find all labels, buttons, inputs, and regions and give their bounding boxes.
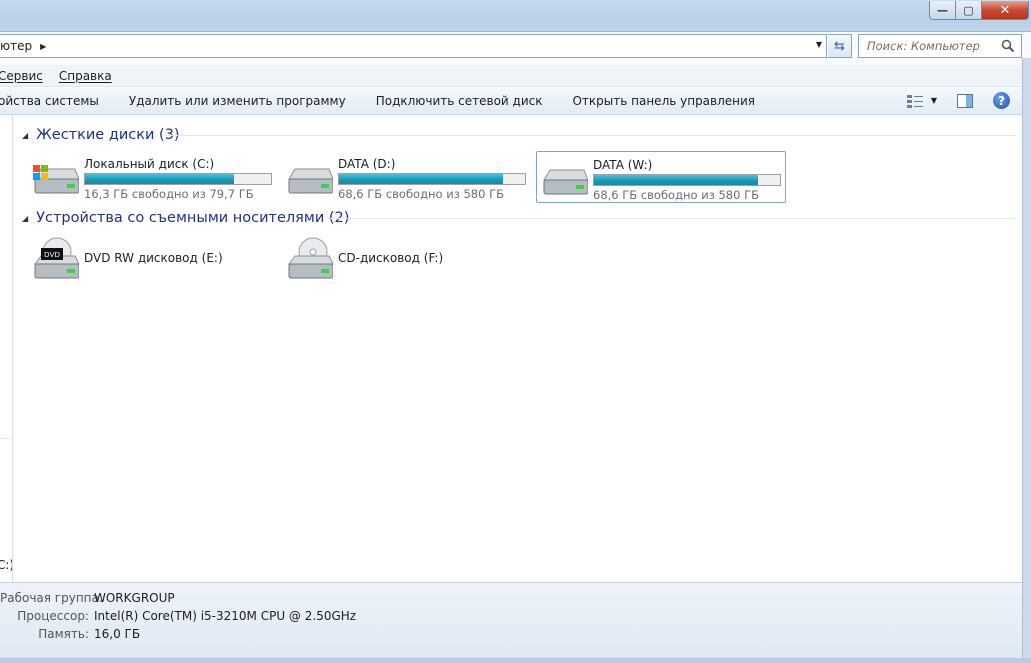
group-title: Устройства со съемными носителями (2) xyxy=(36,210,350,226)
uninstall-program-button[interactable]: Удалить или изменить программу xyxy=(114,94,361,108)
preview-pane-icon[interactable] xyxy=(957,93,973,108)
dvd-badge: DVD xyxy=(44,250,60,259)
group-title: Жесткие диски (3) xyxy=(36,127,180,143)
collapse-triangle-icon[interactable]: ◢ xyxy=(22,131,28,140)
search-icon[interactable] xyxy=(1001,39,1015,53)
drive-item-e[interactable]: DVD DVD RW дисковод (E:) xyxy=(28,234,278,284)
title-bar: — ▢ ✕ xyxy=(0,0,1031,32)
detail-value: Intel(R) Core(TM) i5-3210M CPU @ 2.50GHz xyxy=(94,609,357,623)
minimize-button[interactable]: — xyxy=(929,1,956,20)
drive-item-d[interactable]: DATA (D:) 68,6 ГБ свободно из 580 ГБ xyxy=(282,151,532,203)
usage-bar-fill xyxy=(339,174,503,184)
detail-value: WORKGROUP xyxy=(94,591,175,605)
menu-help[interactable]: Справка xyxy=(59,69,112,83)
detail-value: 16,0 ГБ xyxy=(94,627,141,641)
breadcrumb-computer[interactable]: ютер xyxy=(0,39,32,53)
drive-name: DVD RW дисковод (E:) xyxy=(84,251,223,265)
system-drive-icon xyxy=(33,165,79,194)
navigation-pane[interactable]: C:) xyxy=(0,116,13,582)
menu-bar: Сервис Справка xyxy=(0,65,1024,87)
drive-name: Локальный диск (C:) xyxy=(84,157,215,171)
search-input[interactable]: Поиск: Компьютер xyxy=(858,34,1022,58)
detail-label: Процессор: xyxy=(17,609,89,623)
usage-bar xyxy=(84,173,272,185)
drives-view: ◢ Жесткие диски (3) Локальный диск (C:) … xyxy=(14,116,1022,582)
window-right-border xyxy=(1022,58,1031,663)
detail-label: Память: xyxy=(38,627,89,641)
drive-name: CD-дисковод (F:) xyxy=(338,251,444,265)
dvd-drive-icon: DVD xyxy=(34,237,79,279)
cd-drive-icon xyxy=(288,237,333,279)
hard-drive-icon xyxy=(543,169,588,195)
open-control-panel-button[interactable]: Открыть панель управления xyxy=(557,94,770,108)
drive-free-space: 68,6 ГБ свободно из 580 ГБ xyxy=(338,187,504,201)
drive-free-space: 68,6 ГБ свободно из 580 ГБ xyxy=(593,188,759,202)
group-divider xyxy=(164,135,1016,136)
address-dropdown-icon[interactable]: ▼ xyxy=(816,40,822,49)
command-bar: ойства системы Удалить или изменить прог… xyxy=(0,88,1024,115)
command-bar-right: ▼ ? xyxy=(906,92,1010,109)
refresh-icon: ⇆ xyxy=(834,38,845,54)
address-field[interactable]: ютер ▶ ▼ xyxy=(0,34,827,58)
maximize-button[interactable]: ▢ xyxy=(956,1,982,20)
detail-label: Рабочая группа: xyxy=(0,591,103,605)
usage-bar-fill xyxy=(85,174,234,184)
usage-bar-fill xyxy=(594,175,758,185)
group-header-removable[interactable]: ◢ Устройства со съемными носителями (2) xyxy=(22,208,349,228)
nav-item-drive-c[interactable]: C:) xyxy=(0,558,12,572)
drive-name: DATA (D:) xyxy=(338,157,396,171)
system-properties-button[interactable]: ойства системы xyxy=(0,94,114,108)
group-header-hard-drives[interactable]: ◢ Жесткие диски (3) xyxy=(22,125,180,145)
drive-name: DATA (W:) xyxy=(593,158,653,172)
drive-item-c[interactable]: Локальный диск (C:) 16,3 ГБ свободно из … xyxy=(28,151,278,203)
hard-drive-icon xyxy=(288,168,333,194)
chevron-down-icon[interactable]: ▼ xyxy=(931,96,937,105)
group-divider xyxy=(328,218,1016,219)
window-bottom-border xyxy=(0,658,1031,663)
breadcrumb-chevron-icon[interactable]: ▶ xyxy=(40,42,46,51)
detail-processor: Процессор: Intel(R) Core(TM) i5-3210M CP… xyxy=(0,607,356,625)
detail-workgroup: Рабочая группа: WORKGROUP xyxy=(0,589,175,607)
drive-item-w[interactable]: DATA (W:) 68,6 ГБ свободно из 580 ГБ xyxy=(536,151,786,203)
address-bar: ютер ▶ ▼ ⇆ Поиск: Компьютер xyxy=(0,34,1031,58)
search-placeholder: Поиск: Компьютер xyxy=(867,39,980,53)
views-icon xyxy=(906,94,923,108)
drive-free-space: 16,3 ГБ свободно из 79,7 ГБ xyxy=(84,187,254,201)
details-pane: Рабочая группа: WORKGROUP Процессор: Int… xyxy=(0,582,1022,658)
close-button[interactable]: ✕ xyxy=(982,1,1029,20)
nav-item-highlight xyxy=(0,438,12,456)
help-icon[interactable]: ? xyxy=(993,92,1010,109)
detail-memory: Память: 16,0 ГБ xyxy=(0,625,140,643)
change-view-button[interactable]: ▼ xyxy=(906,94,937,108)
menu-tools[interactable]: Сервис xyxy=(0,69,43,83)
map-network-drive-button[interactable]: Подключить сетевой диск xyxy=(361,94,558,108)
window-controls: — ▢ ✕ xyxy=(929,1,1029,20)
drive-item-f[interactable]: CD-дисковод (F:) xyxy=(282,234,532,284)
usage-bar xyxy=(338,173,526,185)
collapse-triangle-icon[interactable]: ◢ xyxy=(22,214,28,223)
usage-bar xyxy=(593,174,781,186)
refresh-button[interactable]: ⇆ xyxy=(828,34,852,58)
